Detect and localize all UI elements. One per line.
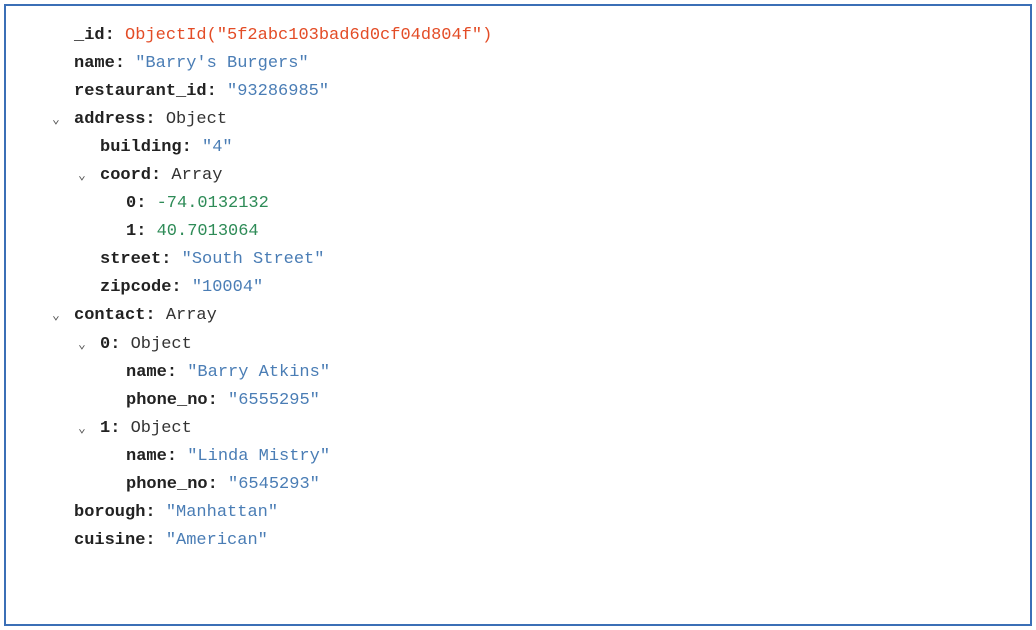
field-key: 0 [100, 331, 110, 359]
chevron-down-icon[interactable]: ⌄ [78, 334, 100, 355]
field-key: 1 [100, 415, 110, 443]
chevron-down-icon[interactable]: ⌄ [52, 305, 74, 326]
field-restaurant-id[interactable]: restaurant_id: "93286985" [26, 78, 1010, 106]
field-value-string: "6545293" [228, 471, 320, 499]
field-coord-1[interactable]: 1: 40.7013064 [26, 218, 1010, 246]
field-key: _id [74, 22, 105, 50]
field-key: cuisine [74, 527, 145, 555]
field-value-string: "South Street" [182, 246, 325, 274]
field-value-objectid: ObjectId("5f2abc103bad6d0cf04d804f") [125, 22, 492, 50]
document-tree: _id: ObjectId("5f2abc103bad6d0cf04d804f"… [4, 4, 1032, 626]
field-key: 1 [126, 218, 136, 246]
field-contact-1-name[interactable]: name: "Linda Mistry" [26, 443, 1010, 471]
chevron-down-icon[interactable]: ⌄ [78, 418, 100, 439]
field-key: coord [100, 162, 151, 190]
field-value-string: "Barry's Burgers" [135, 50, 308, 78]
field-value-string: "10004" [192, 274, 263, 302]
field-address-zipcode[interactable]: zipcode: "10004" [26, 274, 1010, 302]
field-key: restaurant_id [74, 78, 207, 106]
field-key: address [74, 106, 145, 134]
field-key: phone_no [126, 471, 208, 499]
field-value-string: "4" [202, 134, 233, 162]
field-value-type: Array [171, 162, 222, 190]
field-contact[interactable]: ⌄contact: Array [26, 302, 1010, 330]
field-key: street [100, 246, 161, 274]
field-key: borough [74, 499, 145, 527]
field-address[interactable]: ⌄address: Object [26, 106, 1010, 134]
field-value-string: "93286985" [227, 78, 329, 106]
field-cuisine[interactable]: cuisine: "American" [26, 527, 1010, 555]
field-contact-1-phone[interactable]: phone_no: "6545293" [26, 471, 1010, 499]
field-value-number: 40.7013064 [157, 218, 259, 246]
chevron-down-icon[interactable]: ⌄ [52, 109, 74, 130]
field-address-street[interactable]: street: "South Street" [26, 246, 1010, 274]
field-value-type: Object [166, 106, 227, 134]
field-contact-1[interactable]: ⌄1: Object [26, 415, 1010, 443]
field-value-string: "6555295" [228, 387, 320, 415]
field-contact-0[interactable]: ⌄0: Object [26, 331, 1010, 359]
field-contact-0-name[interactable]: name: "Barry Atkins" [26, 359, 1010, 387]
field-value-number: -74.0132132 [157, 190, 269, 218]
field-id[interactable]: _id: ObjectId("5f2abc103bad6d0cf04d804f"… [26, 22, 1010, 50]
chevron-down-icon[interactable]: ⌄ [78, 165, 100, 186]
field-value-string: "American" [166, 527, 268, 555]
field-key: contact [74, 302, 145, 330]
field-value-string: "Linda Mistry" [187, 443, 330, 471]
field-key: name [126, 443, 167, 471]
field-address-building[interactable]: building: "4" [26, 134, 1010, 162]
field-value-type: Object [131, 415, 192, 443]
field-coord-0[interactable]: 0: -74.0132132 [26, 190, 1010, 218]
field-key: name [126, 359, 167, 387]
field-value-type: Object [131, 331, 192, 359]
field-key: phone_no [126, 387, 208, 415]
field-value-type: Array [166, 302, 217, 330]
field-borough[interactable]: borough: "Manhattan" [26, 499, 1010, 527]
field-name[interactable]: name: "Barry's Burgers" [26, 50, 1010, 78]
field-key: zipcode [100, 274, 171, 302]
field-key: 0 [126, 190, 136, 218]
field-address-coord[interactable]: ⌄coord: Array [26, 162, 1010, 190]
field-value-string: "Barry Atkins" [187, 359, 330, 387]
field-key: building [100, 134, 182, 162]
field-key: name [74, 50, 115, 78]
field-value-string: "Manhattan" [166, 499, 278, 527]
field-contact-0-phone[interactable]: phone_no: "6555295" [26, 387, 1010, 415]
